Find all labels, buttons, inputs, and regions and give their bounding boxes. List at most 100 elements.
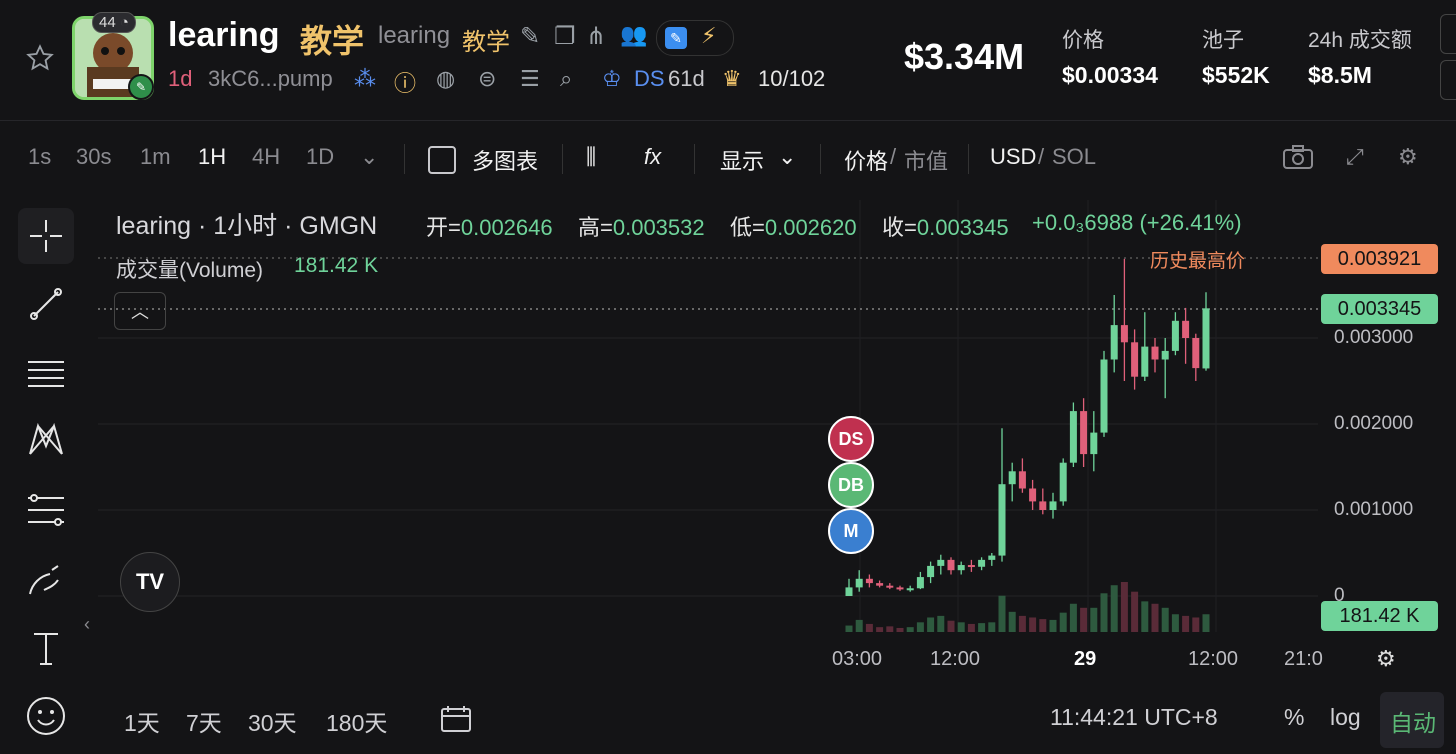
volume-bar	[1151, 603, 1159, 632]
volume-bar	[1029, 617, 1037, 632]
calendar-icon[interactable]	[440, 704, 474, 740]
volume-bar	[1161, 607, 1169, 632]
low-label: 低=	[730, 215, 765, 240]
x-tick: 29	[1074, 648, 1097, 670]
marker-ds[interactable]: DS	[828, 416, 874, 462]
candle	[1100, 359, 1108, 433]
candle	[1171, 320, 1179, 351]
range-180d[interactable]: 180天	[326, 704, 387, 738]
tradingview-logo[interactable]: TV	[120, 552, 180, 612]
candle	[1141, 346, 1149, 377]
volume-bar	[1182, 615, 1190, 632]
volume-bar	[967, 623, 975, 632]
volume-bar	[1141, 601, 1149, 632]
open-value: 0.002646	[460, 215, 553, 240]
marker-m[interactable]: M	[828, 508, 874, 554]
candle	[1080, 411, 1088, 455]
volume-bar	[916, 622, 924, 632]
y-tick: 0.003000	[1334, 327, 1414, 348]
volume-bar	[1100, 593, 1108, 632]
clock-readout: 11:44:21 UTC+8	[1050, 704, 1218, 730]
candle	[1029, 488, 1037, 502]
candle	[937, 559, 945, 566]
low-value: 0.002620	[764, 215, 857, 240]
legend-change: +0.0₃6988 (+26.41%)	[1032, 210, 1242, 235]
volume-bar	[855, 619, 863, 632]
range-7d[interactable]: 7天	[186, 704, 222, 738]
legend-close: 收=0.003345	[882, 210, 1009, 242]
volume-bar	[1008, 611, 1016, 632]
volume-bar	[906, 627, 914, 632]
volume-bar	[1110, 585, 1118, 632]
volume-bar	[865, 623, 873, 632]
volume-bar	[896, 627, 904, 632]
collapse-legend-button[interactable]: ︿	[114, 292, 166, 330]
legend-high: 高=0.003532	[578, 210, 705, 242]
marker-db[interactable]: DB	[828, 462, 874, 508]
candle	[906, 588, 914, 591]
candle	[1192, 338, 1200, 369]
log-toggle[interactable]: log	[1330, 704, 1361, 731]
candle	[947, 559, 955, 571]
volume-bar	[845, 625, 853, 632]
high-label: 高=	[578, 215, 613, 240]
range-30d[interactable]: 30天	[248, 704, 297, 738]
volume-bar	[988, 622, 996, 632]
x-tick: 21:0	[1284, 648, 1323, 670]
volume-bar	[1069, 603, 1077, 632]
x-tick: 12:00	[1188, 648, 1239, 670]
close-label: 收=	[882, 215, 917, 240]
candle	[896, 587, 904, 590]
volume-bar	[927, 617, 935, 632]
chart-grid	[98, 200, 1318, 632]
candle	[1018, 471, 1026, 489]
volume-bar	[978, 623, 986, 632]
candle	[1008, 471, 1016, 485]
volume-bar	[1039, 619, 1047, 632]
candle	[845, 587, 853, 596]
close-value: 0.003345	[916, 215, 1009, 240]
legend-open: 开=0.002646	[426, 210, 553, 242]
volume-bar	[1192, 617, 1200, 632]
x-tick: 12:00	[930, 648, 981, 670]
candle	[998, 484, 1006, 556]
chart-legend-title: learing · 1小时 · GMGN	[116, 212, 378, 240]
volume-bar	[1018, 615, 1026, 632]
candle	[957, 565, 965, 571]
candle	[1182, 320, 1190, 338]
volume-bar	[1202, 614, 1210, 632]
candle	[1151, 346, 1159, 360]
volume-bar	[1080, 607, 1088, 632]
candle	[1049, 501, 1057, 510]
volume-bar	[957, 622, 965, 632]
candle	[1202, 308, 1210, 369]
ath-label: 历史最高价	[1150, 251, 1246, 272]
volume-bar	[1171, 614, 1179, 632]
volume-bar	[937, 615, 945, 632]
legend-low: 低=0.002620	[730, 210, 857, 242]
candle	[865, 578, 873, 584]
axis-settings-icon[interactable]: ⚙	[1376, 646, 1396, 672]
price-chart[interactable]	[0, 0, 1456, 754]
volume-bar	[998, 595, 1006, 632]
candle	[1059, 462, 1067, 502]
open-label: 开=	[426, 215, 461, 240]
percent-toggle[interactable]: %	[1284, 704, 1304, 731]
volume-bar	[886, 626, 894, 632]
x-tick: 03:00	[832, 648, 883, 670]
auto-toggle[interactable]: 自动	[1390, 704, 1436, 738]
candle	[886, 585, 894, 588]
volume-bar	[876, 627, 884, 632]
candle	[927, 565, 935, 578]
volume-bar	[947, 620, 955, 632]
candle	[1120, 325, 1128, 343]
range-1d[interactable]: 1天	[124, 704, 160, 738]
candle	[916, 577, 924, 589]
volume-bar	[1120, 582, 1128, 632]
volume-bar	[1131, 591, 1139, 632]
y-tick: 0.001000	[1334, 499, 1414, 520]
candle	[978, 559, 986, 567]
volume-bar	[1049, 619, 1057, 632]
candle	[1161, 350, 1169, 360]
volume-box: 181.42 K	[1321, 601, 1438, 631]
